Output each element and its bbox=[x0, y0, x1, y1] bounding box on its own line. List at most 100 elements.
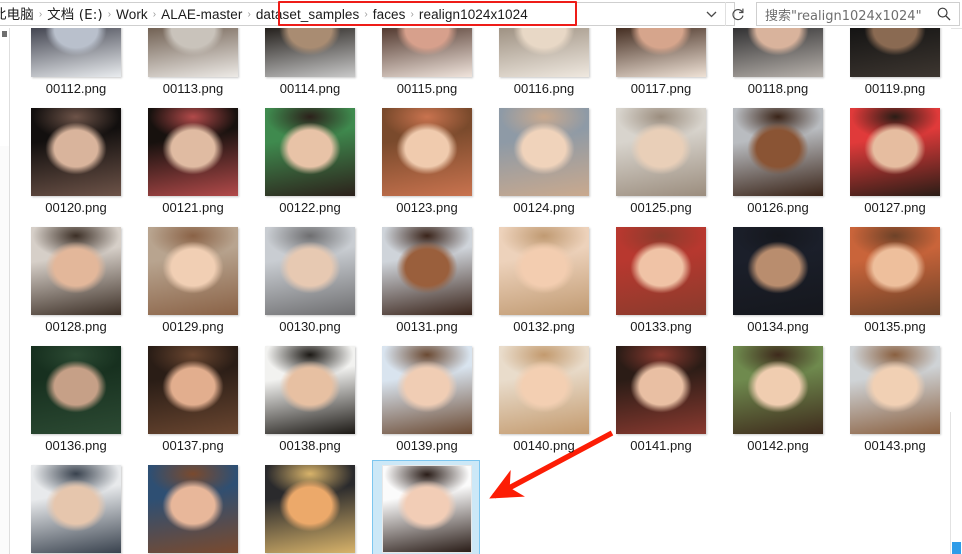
file-tile[interactable]: 00127.png bbox=[841, 108, 949, 223]
breadcrumb-item-5[interactable]: faces bbox=[369, 3, 410, 27]
breadcrumb-item-3[interactable]: ALAE-master bbox=[157, 3, 246, 27]
file-tile[interactable]: 00114.png bbox=[256, 28, 364, 104]
file-tile[interactable]: 00146.png bbox=[256, 465, 364, 554]
breadcrumb-item-2[interactable]: Work bbox=[112, 3, 152, 27]
file-tile[interactable]: 00131.png bbox=[373, 227, 481, 342]
face-image bbox=[382, 227, 472, 315]
file-name-label: 00133.png bbox=[630, 319, 692, 334]
file-tile[interactable]: 00142.png bbox=[724, 346, 832, 461]
file-list-view[interactable]: 00112.png 00113.png 00114.png 00115.png 0011… bbox=[10, 28, 951, 554]
file-tile[interactable]: 00144.png bbox=[22, 465, 130, 554]
file-thumbnail[interactable] bbox=[31, 108, 121, 196]
file-tile[interactable]: 00129.png bbox=[139, 227, 247, 342]
file-name-label: 00138.png bbox=[279, 438, 341, 453]
file-thumbnail[interactable] bbox=[265, 108, 355, 196]
file-thumbnail[interactable] bbox=[265, 227, 355, 315]
file-thumbnail[interactable] bbox=[148, 28, 238, 77]
file-thumbnail[interactable] bbox=[850, 28, 940, 77]
file-tile[interactable]: 00135.png bbox=[841, 227, 949, 342]
vertical-scrollbar[interactable] bbox=[950, 412, 962, 554]
file-tile[interactable]: 00116.png bbox=[490, 28, 598, 104]
file-thumbnail[interactable] bbox=[850, 108, 940, 196]
chevron-down-icon[interactable] bbox=[700, 2, 722, 26]
file-tile[interactable]: 00128.png bbox=[22, 227, 130, 342]
file-thumbnail[interactable] bbox=[850, 227, 940, 315]
search-box[interactable]: 搜索"realign1024x1024" bbox=[756, 2, 960, 26]
face-image bbox=[616, 108, 706, 196]
file-tile[interactable]: 00147.png bbox=[372, 460, 481, 554]
file-tile[interactable]: 00143.png bbox=[841, 346, 949, 461]
file-tile[interactable]: 00119.png bbox=[841, 28, 949, 104]
breadcrumb-item-6[interactable]: realign1024x1024 bbox=[415, 3, 532, 27]
file-thumbnail[interactable] bbox=[733, 108, 823, 196]
file-name-label: 00115.png bbox=[396, 81, 458, 96]
file-thumbnail[interactable] bbox=[148, 108, 238, 196]
file-thumbnail[interactable] bbox=[499, 346, 589, 434]
file-thumbnail[interactable] bbox=[733, 346, 823, 434]
file-thumbnail[interactable] bbox=[31, 28, 121, 77]
file-tile[interactable]: 00141.png bbox=[607, 346, 715, 461]
file-thumbnail[interactable] bbox=[616, 346, 706, 434]
file-thumbnail[interactable] bbox=[31, 227, 121, 315]
file-tile[interactable]: 00113.png bbox=[139, 28, 247, 104]
breadcrumb-address-field[interactable]: 此电脑›文档 (E:)›Work›ALAE-master›dataset_sam… bbox=[0, 2, 735, 26]
file-thumbnail[interactable] bbox=[499, 227, 589, 315]
file-name-label: 00136.png bbox=[45, 438, 107, 453]
file-thumbnail[interactable] bbox=[616, 28, 706, 77]
file-tile[interactable]: 00130.png bbox=[256, 227, 364, 342]
file-tile[interactable]: 00132.png bbox=[490, 227, 598, 342]
file-tile[interactable]: 00139.png bbox=[373, 346, 481, 461]
search-icon[interactable] bbox=[936, 6, 952, 27]
file-tile[interactable]: 00123.png bbox=[373, 108, 481, 223]
file-tile[interactable]: 00124.png bbox=[490, 108, 598, 223]
file-tile[interactable]: 00112.png bbox=[22, 28, 130, 104]
file-thumbnail[interactable] bbox=[850, 346, 940, 434]
file-name-label: 00128.png bbox=[45, 319, 107, 334]
face-image bbox=[383, 466, 471, 552]
file-thumbnail[interactable] bbox=[499, 108, 589, 196]
file-tile[interactable]: 00134.png bbox=[724, 227, 832, 342]
file-thumbnail[interactable] bbox=[382, 227, 472, 315]
file-tile[interactable]: 00140.png bbox=[490, 346, 598, 461]
file-thumbnail[interactable] bbox=[265, 465, 355, 553]
file-thumbnail[interactable] bbox=[616, 227, 706, 315]
file-tile[interactable]: 00117.png bbox=[607, 28, 715, 104]
file-tile[interactable]: 00118.png bbox=[724, 28, 832, 104]
file-thumbnail[interactable] bbox=[382, 346, 472, 434]
file-tile[interactable]: 00133.png bbox=[607, 227, 715, 342]
face-image bbox=[31, 346, 121, 434]
file-thumbnail[interactable] bbox=[733, 227, 823, 315]
file-tile[interactable]: 00137.png bbox=[139, 346, 247, 461]
file-thumbnail[interactable] bbox=[382, 28, 472, 77]
file-thumbnail[interactable] bbox=[499, 28, 589, 77]
scrollbar-thumb[interactable] bbox=[952, 542, 961, 554]
file-thumbnail[interactable] bbox=[616, 108, 706, 196]
file-thumbnail[interactable] bbox=[265, 28, 355, 77]
file-tile[interactable]: 00125.png bbox=[607, 108, 715, 223]
file-thumbnail[interactable] bbox=[382, 465, 472, 553]
file-tile[interactable]: 00136.png bbox=[22, 346, 130, 461]
file-thumbnail[interactable] bbox=[31, 346, 121, 434]
file-tile[interactable]: 00115.png bbox=[373, 28, 481, 104]
file-tile[interactable]: 00145.png bbox=[139, 465, 247, 554]
breadcrumb-item-1[interactable]: 文档 (E:) bbox=[43, 3, 107, 27]
file-thumbnail[interactable] bbox=[148, 465, 238, 553]
file-tile[interactable]: 00122.png bbox=[256, 108, 364, 223]
face-image bbox=[733, 346, 823, 434]
file-tile[interactable]: 00121.png bbox=[139, 108, 247, 223]
refresh-icon[interactable] bbox=[725, 2, 750, 26]
file-tile[interactable]: 00120.png bbox=[22, 108, 130, 223]
file-thumbnail[interactable] bbox=[148, 346, 238, 434]
face-image bbox=[265, 108, 355, 196]
file-thumbnail[interactable] bbox=[382, 108, 472, 196]
file-thumbnail[interactable] bbox=[31, 465, 121, 553]
file-tile[interactable]: 00138.png bbox=[256, 346, 364, 461]
face-image bbox=[850, 108, 940, 196]
file-thumbnail[interactable] bbox=[148, 227, 238, 315]
face-image bbox=[850, 28, 940, 77]
breadcrumb-item-0[interactable]: 此电脑 bbox=[0, 3, 38, 27]
file-thumbnail[interactable] bbox=[265, 346, 355, 434]
breadcrumb-item-4[interactable]: dataset_samples bbox=[252, 3, 364, 27]
file-thumbnail[interactable] bbox=[733, 28, 823, 77]
file-tile[interactable]: 00126.png bbox=[724, 108, 832, 223]
